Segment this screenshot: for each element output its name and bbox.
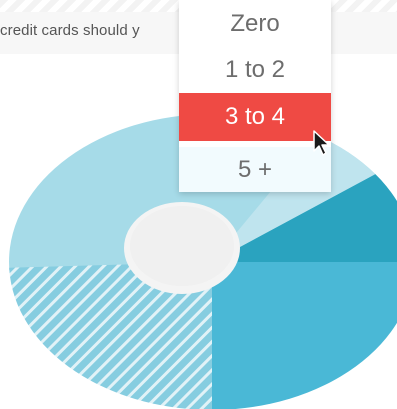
option-1-to-2[interactable]: 1 to 2: [179, 47, 331, 92]
option-zero[interactable]: Zero: [179, 0, 331, 47]
option-5-plus[interactable]: 5 +: [179, 147, 331, 192]
answer-dropdown[interactable]: Zero 1 to 2 3 to 4 5 +: [179, 0, 331, 192]
poll-screen: credit cards should y Zero 1 to 2 3 to 4…: [0, 0, 397, 409]
donut-segment-bottom-right: [212, 262, 397, 409]
option-3-to-4[interactable]: 3 to 4: [179, 93, 331, 141]
arrow-pointer-icon: [313, 130, 330, 156]
